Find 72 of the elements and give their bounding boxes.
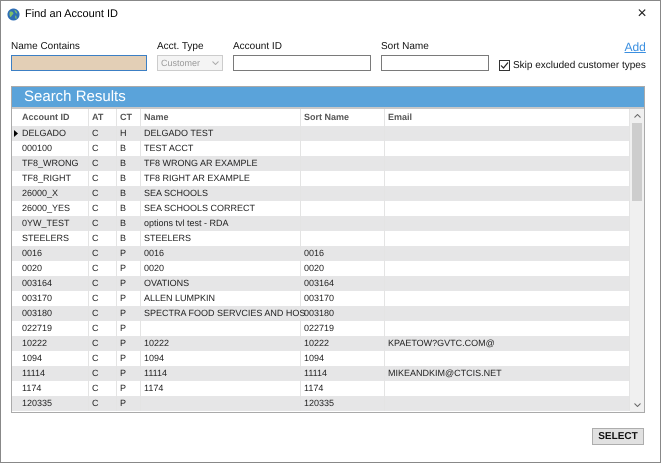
table-cell: 10222 — [141, 336, 301, 351]
table-cell: 0YW_TEST — [19, 216, 89, 231]
field-label: Sort Name — [381, 41, 430, 52]
table-row[interactable]: 11114 C P 11114 11114 MIKEANDKIM@CTCIS.NET — [12, 366, 630, 381]
table-cell: SEA SCHOOLS — [141, 186, 301, 201]
table-cell: C — [89, 126, 117, 141]
table-cell: C — [89, 156, 117, 171]
close-button[interactable]: × — [630, 5, 654, 23]
account-id-field[interactable] — [233, 55, 371, 71]
table-cell: 10222 — [301, 336, 385, 351]
table-row[interactable]: 0016 C P 0016 0016 — [12, 246, 630, 261]
table-cell: 0016 — [301, 246, 385, 261]
field-label: Acct. Type — [157, 41, 205, 52]
globe-icon — [7, 8, 20, 20]
table-row[interactable]: 10222 C P 10222 10222 KPAETOW?GVTC.COM@ — [12, 336, 630, 351]
table-cell: 0016 — [141, 246, 301, 261]
table-cell: C — [89, 306, 117, 321]
table-cell: TF8_WRONG — [19, 156, 89, 171]
table-cell: H — [117, 126, 141, 141]
table-cell: DELGADO TEST — [141, 126, 301, 141]
field-label: Account ID — [233, 41, 283, 52]
table-cell: C — [89, 246, 117, 261]
table-cell: 003180 — [19, 306, 89, 321]
select-button[interactable]: SELECT — [592, 428, 644, 445]
table-row[interactable]: 0YW_TEST C B options tvl test - RDA — [12, 216, 630, 231]
checkbox-label: Skip excluded customer types — [513, 60, 646, 71]
table-row[interactable]: TF8_WRONG C B TF8 WRONG AR EXAMPLE — [12, 156, 630, 171]
table-cell: P — [117, 306, 141, 321]
panel-title: Search Results — [12, 87, 644, 109]
table-cell: P — [117, 246, 141, 261]
table-cell: P — [117, 396, 141, 411]
table-cell: 11114 — [141, 366, 301, 381]
table-cell: 120335 — [19, 396, 89, 411]
table-cell: C — [89, 366, 117, 381]
table-cell: 120335 — [301, 396, 385, 411]
scrollbar-thumb[interactable] — [632, 123, 642, 201]
table-cell: C — [89, 336, 117, 351]
table-cell: B — [117, 186, 141, 201]
table-cell: options tvl test - RDA — [141, 216, 301, 231]
table-cell: C — [89, 186, 117, 201]
table-cell: C — [89, 396, 117, 411]
table-cell: 11114 — [301, 366, 385, 381]
checkbox[interactable] — [499, 60, 510, 71]
table-cell: 10222 — [19, 336, 89, 351]
field-label: Name Contains — [11, 41, 81, 52]
table-cell: C — [89, 276, 117, 291]
table-cell: B — [117, 156, 141, 171]
scrollbar[interactable] — [630, 109, 644, 412]
table-cell: 0016 — [19, 246, 89, 261]
table-cell: 26000_X — [19, 186, 89, 201]
table-cell: 11114 — [19, 366, 89, 381]
table-cell: P — [117, 276, 141, 291]
table-cell: P — [117, 336, 141, 351]
table-row[interactable]: 003180 C P SPECTRA FOOD SERVCIES AND HOS003180 — [12, 306, 630, 321]
sort-name-field[interactable] — [381, 55, 489, 71]
table-row[interactable]: 120335 C P 120335 — [12, 396, 630, 411]
table-cell: 003164 — [19, 276, 89, 291]
table-row[interactable]: DELGADO C H DELGADO TEST — [12, 126, 630, 141]
name-contains-field[interactable] — [11, 55, 147, 71]
table-cell: DELGADO — [19, 126, 89, 141]
table-row[interactable]: 003164 C P OVATIONS 003164 — [12, 276, 630, 291]
table-cell: P — [117, 366, 141, 381]
table-cell: 003164 — [301, 276, 385, 291]
scroll-down-icon[interactable] — [634, 403, 640, 407]
table-cell: OVATIONS — [141, 276, 301, 291]
chevron-down-icon — [212, 61, 219, 65]
window-title: Find an Account ID — [25, 8, 119, 20]
table-cell: TF8 WRONG AR EXAMPLE — [141, 156, 301, 171]
scroll-up-icon[interactable] — [634, 114, 640, 118]
table-row[interactable]: 26000_X C B SEA SCHOOLS — [12, 186, 630, 201]
table-cell: C — [89, 216, 117, 231]
table-cell: B — [117, 216, 141, 231]
